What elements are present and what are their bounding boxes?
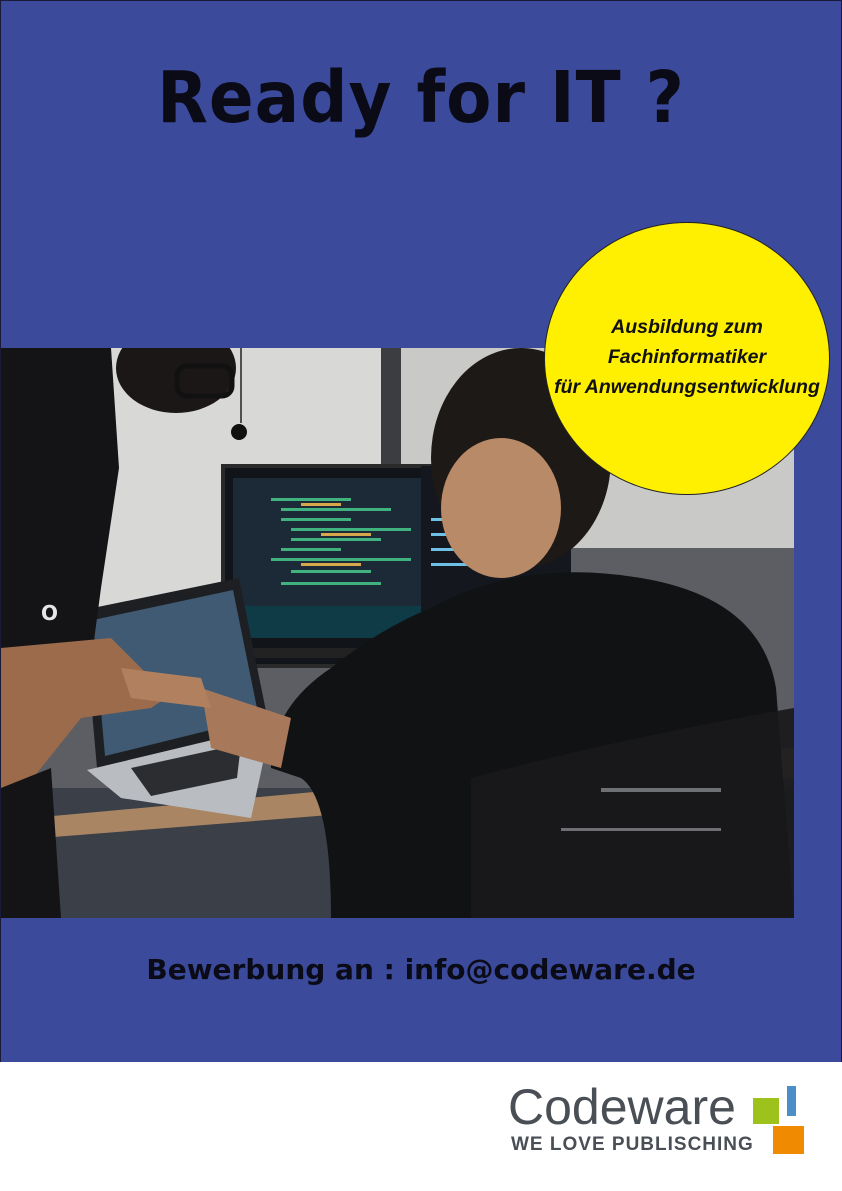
poster: Ready for IT ? O Ausbildung zum Fachinfo…: [0, 0, 842, 1063]
brand-mark-icon: [753, 1086, 804, 1154]
svg-text:O: O: [41, 601, 58, 625]
badge-line-1: Ausbildung zum: [611, 315, 763, 338]
brand-name: Codeware: [508, 1079, 736, 1135]
training-badge: Ausbildung zum Fachinformatiker für Anwe…: [544, 222, 830, 495]
badge-line-3: für Anwendungsentwicklung: [554, 375, 820, 398]
application-contact: Bewerbung an : info@codeware.de: [146, 953, 696, 986]
brand-tagline: WE LOVE PUBLISCHING: [511, 1134, 754, 1155]
headline: Ready for IT ?: [157, 55, 685, 140]
codeware-logo: Codeware WE LOVE PUBLISCHING: [508, 1078, 818, 1168]
badge-line-2: Fachinformatiker: [607, 345, 767, 368]
